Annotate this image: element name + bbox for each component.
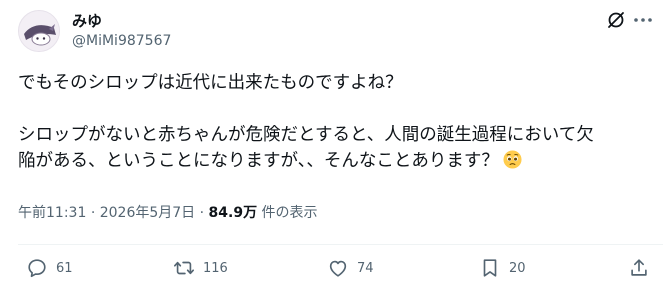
tweet-line-3: 陥がある、ということになりますが、、そんなことあります？	[18, 151, 499, 171]
like-button[interactable]: 74	[327, 257, 374, 279]
meta-separator-2: ·	[199, 205, 205, 221]
reply-count: 61	[56, 260, 73, 276]
reply-icon	[28, 259, 46, 278]
tweet-text: でもそのシロップは近代に出来たものですよね？ シロップがないと赤ちゃんが危険だと…	[18, 70, 648, 174]
view-label: 件の表示	[261, 205, 318, 221]
bookmark-button[interactable]: 20	[479, 257, 526, 279]
pleading-face-icon	[503, 150, 522, 169]
reply-button[interactable]: 61	[26, 257, 73, 279]
bookmark-icon	[483, 259, 497, 277]
repost-count: 116	[203, 260, 228, 276]
like-count: 74	[357, 260, 374, 276]
view-count: 84.9万	[208, 205, 258, 221]
like-icon	[329, 260, 347, 277]
divider	[18, 244, 663, 245]
meta-separator: ·	[90, 205, 96, 221]
tweet-line-2: シロップがないと赤ちゃんが危険だとすると、人間の誕生過程において欠	[18, 125, 594, 145]
grok-icon[interactable]	[606, 10, 626, 30]
repost-icon	[174, 261, 194, 275]
bookmark-count: 20	[509, 260, 526, 276]
tweet-line-1: でもそのシロップは近代に出来たものですよね？	[18, 73, 403, 93]
more-icon[interactable]	[633, 12, 653, 28]
tweet-time[interactable]: 午前11:31	[18, 205, 86, 221]
author-display-name[interactable]: みゆ	[72, 10, 102, 31]
share-button[interactable]	[628, 257, 658, 279]
tweet-line-3-wrap: 陥がある、ということになりますが、、そんなことあります？	[18, 148, 648, 174]
share-icon	[631, 259, 647, 276]
tweet-meta: 午前11:31 · 2026年5月7日 · 84.9万 件の表示	[18, 202, 318, 222]
avatar[interactable]	[18, 10, 60, 52]
repost-button[interactable]: 116	[173, 257, 228, 279]
tweet-date[interactable]: 2026年5月7日	[100, 205, 195, 221]
author-handle[interactable]: @MiMi987567	[72, 33, 171, 49]
